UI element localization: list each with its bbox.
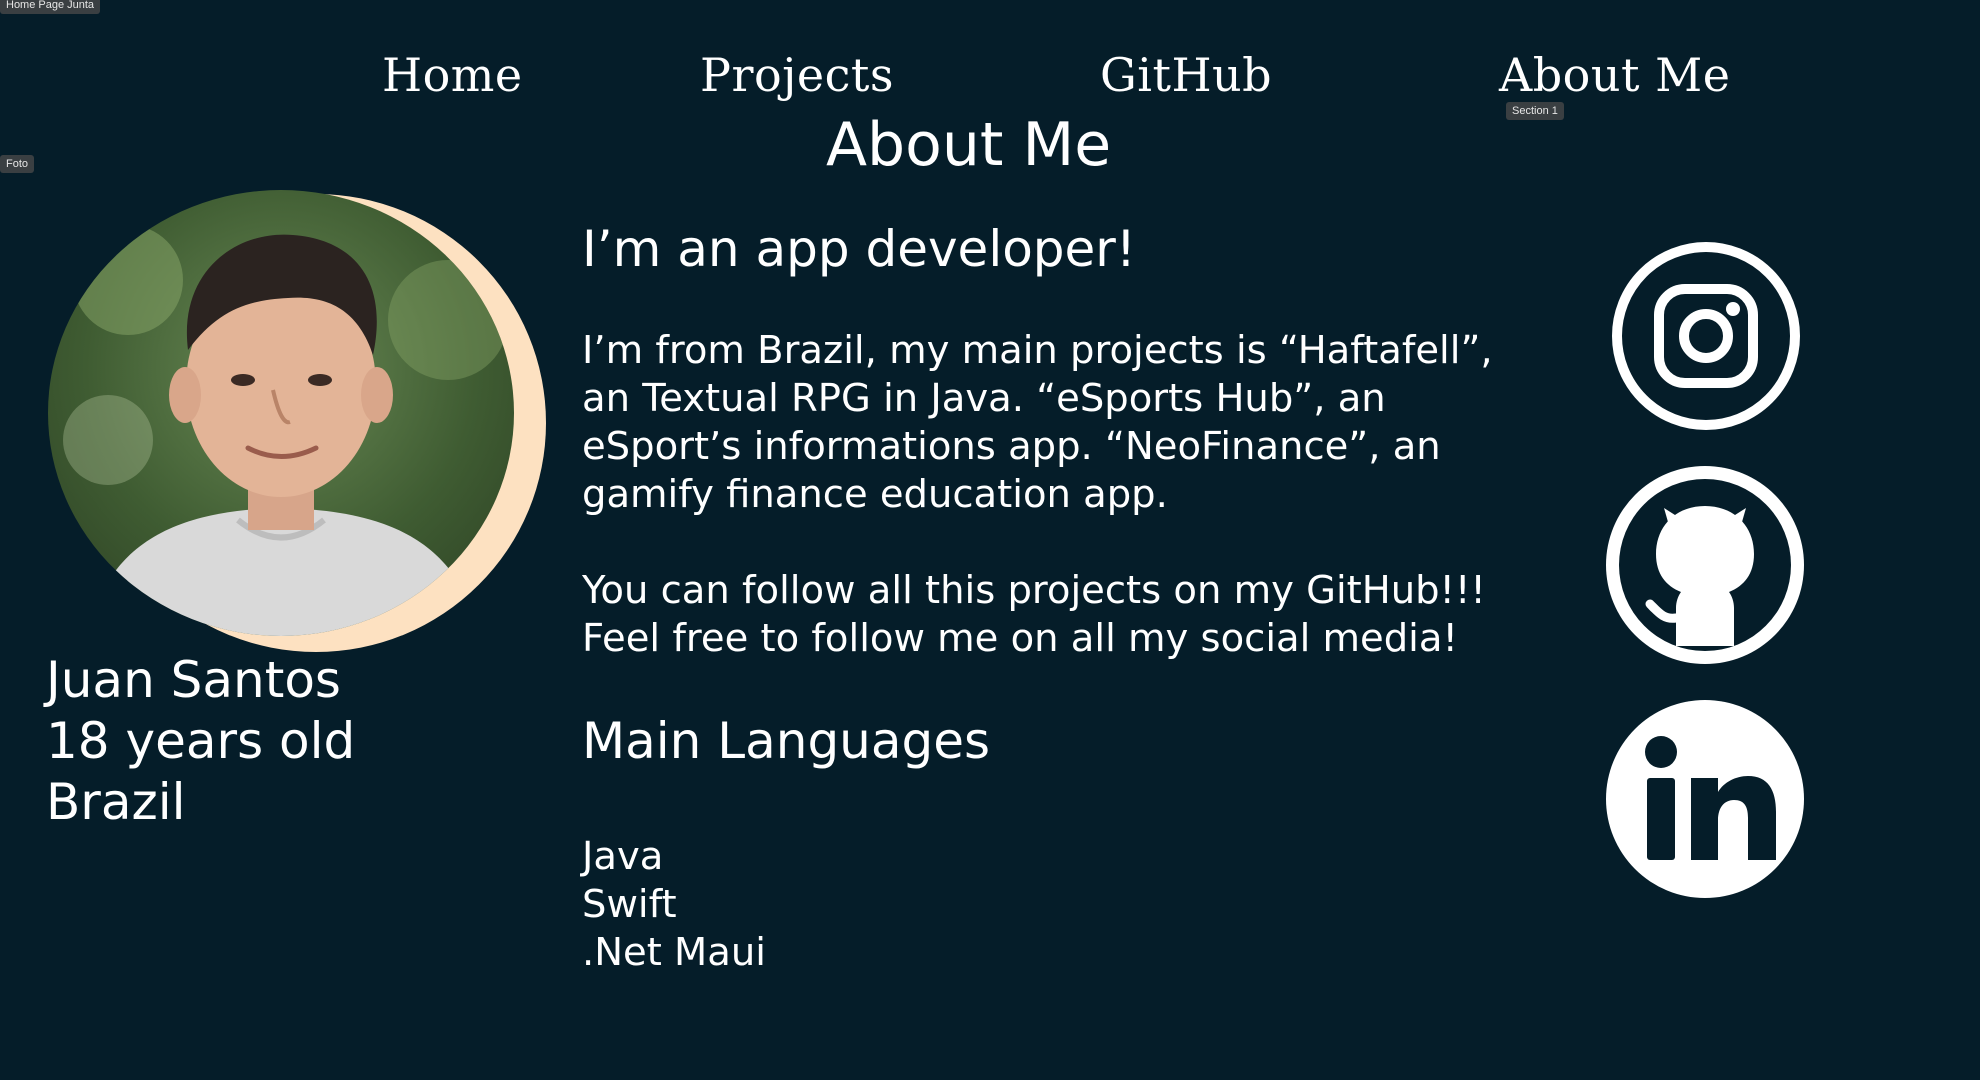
about-intro-paragraph: I’m from Brazil, my main projects is “Ha… — [582, 328, 1493, 517]
nav-about-link[interactable]: About Me — [1499, 48, 1730, 102]
nav-github-link[interactable]: GitHub — [1100, 48, 1272, 102]
language-item-swift: Swift — [582, 882, 677, 927]
linkedin-link[interactable] — [1606, 700, 1804, 898]
profile-info: Juan Santos 18 years old Brazil — [46, 650, 355, 833]
languages-title: Main Languages — [582, 712, 991, 770]
page-title: About Me — [826, 110, 1112, 180]
about-follow-paragraph: You can follow all this projects on my G… — [582, 567, 1522, 663]
profile-photo-icon — [63, 225, 508, 636]
profile-name: Juan Santos — [46, 651, 341, 709]
follow-line-github: You can follow all this projects on my G… — [582, 568, 1486, 613]
section-label[interactable]: Section 1 — [1506, 102, 1564, 120]
language-item-netmaui: .Net Maui — [582, 930, 766, 975]
github-icon — [1606, 466, 1804, 664]
frame-label-home[interactable]: Home Page Junta — [0, 0, 101, 14]
about-headline: I’m an app developer! — [582, 220, 1136, 278]
instagram-icon — [1612, 242, 1800, 430]
languages-list: Java Swift .Net Maui — [582, 833, 766, 977]
language-item-java: Java — [582, 834, 664, 879]
profile-country: Brazil — [46, 773, 186, 831]
profile-photo-container — [48, 190, 546, 652]
nav-projects-link[interactable]: Projects — [700, 48, 894, 102]
profile-age: 18 years old — [46, 712, 356, 770]
layer-label-photo[interactable]: Foto — [0, 155, 35, 173]
linkedin-icon — [1606, 700, 1804, 898]
profile-photo — [48, 190, 514, 636]
instagram-link[interactable] — [1610, 240, 1802, 432]
github-link[interactable] — [1606, 466, 1804, 664]
nav-home-link[interactable]: Home — [382, 48, 523, 102]
follow-line-social: Feel free to follow me on all my social … — [582, 616, 1458, 661]
